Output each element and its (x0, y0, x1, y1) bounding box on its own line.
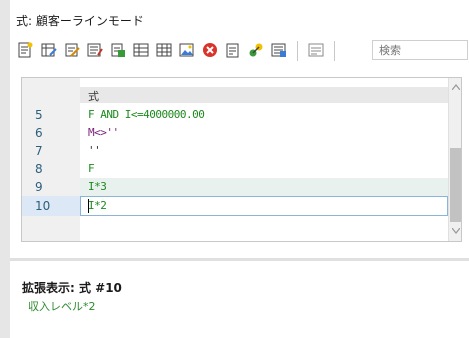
search-input[interactable] (372, 40, 468, 60)
list-view-icon[interactable] (307, 41, 325, 59)
code-row[interactable]: 6 M<>'' (22, 124, 448, 142)
sort-icon[interactable] (270, 41, 288, 59)
line-number: 9 (35, 180, 43, 194)
rename-icon[interactable] (86, 41, 104, 59)
code-text: M<>'' (88, 126, 119, 139)
code-row[interactable]: 8 F (22, 160, 448, 178)
column-header: 式 (80, 87, 448, 103)
properties-icon[interactable] (224, 41, 242, 59)
copy-icon[interactable] (109, 41, 127, 59)
vertical-scrollbar[interactable] (448, 78, 461, 241)
code-row[interactable]: 5 F AND I<=4000000.00 (22, 106, 448, 124)
scroll-down-icon[interactable] (452, 228, 460, 234)
edit-pencil-icon[interactable] (63, 41, 81, 59)
code-text: '' (88, 144, 101, 157)
line-number: 8 (35, 162, 43, 176)
toolbar (10, 38, 469, 64)
grid-icon[interactable] (155, 41, 173, 59)
line-number: 10 (35, 199, 51, 213)
window-title: 式: 顧客ーラインモード (16, 14, 144, 28)
edit-table-icon[interactable] (40, 41, 58, 59)
line-number: 5 (35, 108, 43, 122)
code-row-current[interactable]: 10 I*2 (22, 196, 448, 216)
new-document-icon[interactable] (16, 41, 34, 59)
code-text: F AND I<=4000000.00 (88, 108, 205, 121)
code-row[interactable]: 9 I*3 (22, 178, 448, 196)
line-number: 7 (35, 144, 43, 158)
left-edge-strip (0, 0, 10, 338)
line-number: 6 (35, 126, 43, 140)
image-icon[interactable] (178, 41, 196, 59)
expression-window: 式: 顧客ーラインモード 検索 式 5 F AND I<=4000000.00 … (10, 0, 469, 338)
panel-divider[interactable] (10, 258, 469, 261)
code-text: I*3 (88, 180, 107, 193)
delete-icon[interactable] (201, 41, 219, 59)
code-text: F (88, 162, 95, 175)
toolbar-separator (334, 41, 335, 61)
code-text: I*2 (88, 199, 107, 212)
scroll-up-icon[interactable] (452, 84, 460, 90)
column-header-label: 式 (88, 90, 99, 103)
insert-row-icon[interactable] (132, 41, 150, 59)
scrollbar-thumb[interactable] (450, 148, 461, 222)
expanded-view-value: 収入レベル*2 (28, 300, 96, 313)
expanded-view-title: 拡張表示: 式 #10 (22, 281, 122, 295)
code-row[interactable]: 7 '' (22, 142, 448, 160)
link-icon[interactable] (247, 41, 265, 59)
text-caret (88, 199, 89, 213)
code-editor[interactable]: 式 5 F AND I<=4000000.00 6 M<>'' 7 '' 8 F… (21, 77, 462, 242)
toolbar-separator (297, 41, 298, 61)
